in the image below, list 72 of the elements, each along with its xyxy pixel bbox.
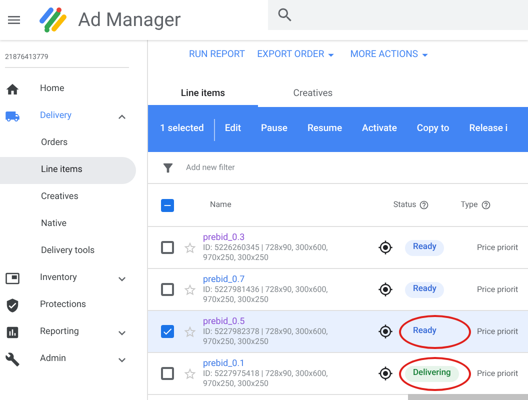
star-icon[interactable] — [183, 366, 197, 380]
check-icon — [162, 326, 173, 337]
line-item-link[interactable]: prebid_0.7 — [203, 274, 245, 284]
status-badge: Ready — [405, 240, 444, 256]
checkbox[interactable] — [161, 367, 174, 380]
bulk-action-button[interactable]: Activate — [352, 122, 407, 137]
nav-subitem[interactable]: Creatives — [0, 184, 136, 211]
action-button[interactable]: MORE ACTIONS — [350, 48, 432, 62]
wrench-icon — [5, 352, 20, 367]
truck-icon — [5, 109, 20, 124]
checkbox[interactable] — [161, 198, 174, 212]
line-item-link[interactable]: prebid_0.3 — [203, 232, 245, 242]
search-icon — [276, 6, 294, 24]
nav-item[interactable]: Protections — [0, 292, 147, 319]
table-cell: Price priorit — [477, 284, 518, 296]
target-icon[interactable] — [378, 324, 393, 339]
ellipse-annotation — [399, 356, 471, 390]
bulk-action-button[interactable]: Resume — [297, 122, 352, 137]
nav-subitem[interactable]: Delivery tools — [0, 238, 136, 265]
action-button[interactable]: RUN REPORT — [189, 48, 246, 62]
column-header: Name — [210, 199, 232, 211]
star-icon[interactable] — [183, 324, 197, 338]
table-cell: Price priorit — [477, 326, 518, 338]
help-icon[interactable] — [419, 200, 430, 210]
status-badge: Delivering — [405, 366, 459, 382]
nav-item[interactable]: Admin — [0, 346, 147, 373]
screen-icon — [5, 271, 20, 286]
checkbox[interactable] — [161, 241, 174, 254]
line-item-details: ID: 5227982378 | 728x90, 300x600, 970x250, 300x250 — [203, 326, 329, 346]
table-row[interactable]: prebid_0.5 ID: 5227982378 | 728x90, 300x600, 970x250, 300x250 Ready Price priorit — [148, 311, 528, 353]
app-title: Ad Manager — [78, 6, 181, 33]
star-icon[interactable] — [183, 240, 197, 254]
bulk-action-button[interactable]: Pause — [251, 122, 298, 137]
search-field[interactable] — [268, 0, 528, 30]
line-item-details: ID: 5227975418 | 728x90, 300x600, 970x250, 300x250 — [203, 368, 329, 388]
checkbox[interactable] — [161, 325, 174, 338]
target-icon[interactable] — [378, 240, 393, 255]
nav-subitem[interactable]: Line items — [0, 157, 136, 184]
bulk-action-button[interactable]: Release i — [459, 122, 518, 137]
nav-item[interactable]: Inventory — [0, 265, 147, 292]
tab[interactable]: Creatives — [258, 83, 368, 107]
logo-icon — [38, 7, 68, 33]
line-item-details: ID: 5227981436 | 728x90, 300x600, 970x250, 300x250 — [203, 284, 329, 304]
line-item-link[interactable]: prebid_0.5 — [203, 316, 245, 326]
nav-item[interactable]: Delivery — [0, 103, 147, 130]
help-icon[interactable] — [480, 200, 491, 210]
nav-subitem[interactable]: Native — [0, 211, 136, 238]
nav-item[interactable]: Reporting — [0, 319, 147, 346]
filter-icon[interactable] — [161, 160, 175, 174]
scrollbar[interactable] — [408, 394, 528, 400]
selected-count: 1 selected — [159, 122, 205, 136]
status-badge: Ready — [405, 282, 444, 298]
star-icon[interactable] — [183, 282, 197, 296]
table-cell: Price priorit — [477, 242, 518, 254]
checkbox[interactable] — [161, 283, 174, 296]
column-header: Type — [460, 199, 478, 211]
bulk-action-button[interactable]: Edit — [214, 122, 252, 137]
nav-subitem[interactable]: Orders — [0, 130, 136, 157]
target-icon[interactable] — [378, 282, 393, 297]
bar-chart-icon — [5, 325, 20, 340]
table-cell: Price priorit — [477, 368, 518, 380]
shield-check-icon — [5, 298, 20, 313]
action-button[interactable]: EXPORT ORDER — [257, 48, 338, 62]
line-item-details: ID: 5226260345 | 728x90, 300x600, 970x250, 300x250 — [203, 242, 329, 262]
filter-field[interactable]: Add new filter — [186, 162, 336, 174]
line-item-link[interactable]: prebid_0.1 — [203, 358, 245, 368]
ellipse-annotation — [399, 314, 471, 348]
nav-item[interactable]: Home — [0, 76, 147, 103]
home-icon — [5, 82, 20, 97]
bulk-action-button[interactable]: Copy to — [406, 122, 460, 137]
target-icon[interactable] — [378, 366, 393, 381]
column-header: Status — [393, 199, 416, 211]
